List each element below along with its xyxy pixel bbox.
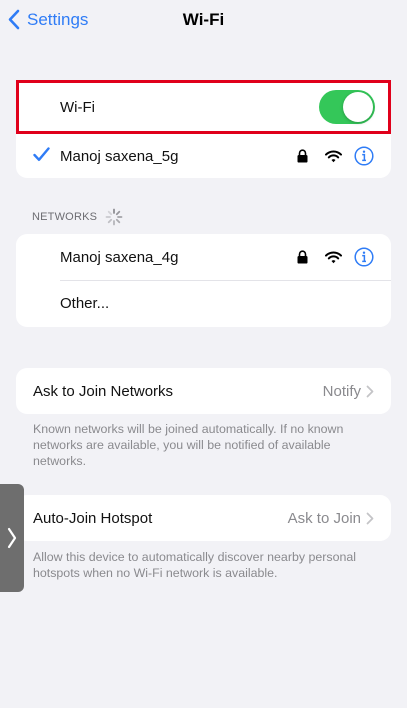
auto-join-value: Ask to Join [287, 509, 361, 527]
auto-join-row[interactable]: Auto-Join Hotspot Ask to Join [16, 496, 391, 540]
networks-header: NETWORKS [32, 208, 123, 226]
lock-icon [297, 149, 308, 163]
wifi-toggle-row: Wi-Fi [16, 80, 391, 134]
side-drawer-handle[interactable] [0, 484, 24, 592]
auto-join-label: Auto-Join Hotspot [33, 509, 153, 527]
other-network-row[interactable]: Other... [16, 281, 391, 325]
wifi-icon [325, 251, 342, 263]
other-network-label: Other... [60, 294, 110, 312]
wifi-icon [325, 150, 342, 162]
network-icons [297, 235, 374, 279]
info-icon[interactable] [354, 146, 374, 166]
wifi-card: Wi-Fi Manoj saxena_5g [16, 80, 391, 178]
ask-to-join-label: Ask to Join Networks [33, 382, 174, 400]
lock-icon [297, 250, 308, 264]
wifi-toggle[interactable] [319, 90, 375, 124]
connected-network-icons [297, 134, 374, 178]
wifi-label: Wi-Fi [60, 98, 95, 116]
chevron-right-icon [366, 385, 374, 397]
connected-network-name: Manoj saxena_5g [60, 147, 179, 165]
ask-to-join-row[interactable]: Ask to Join Networks Notify [16, 369, 391, 413]
ask-to-join-value: Notify [322, 382, 361, 400]
auto-join-card: Auto-Join Hotspot Ask to Join [16, 495, 391, 541]
ask-to-join-card: Ask to Join Networks Notify [16, 368, 391, 414]
spinner-icon [105, 208, 123, 226]
chevron-right-icon [366, 512, 374, 524]
toggle-knob [343, 92, 373, 122]
chevron-right-icon [7, 527, 17, 549]
page-title: Wi-Fi [182, 10, 225, 29]
network-row[interactable]: Manoj saxena_4g [16, 235, 391, 279]
network-name: Manoj saxena_4g [60, 248, 179, 266]
ask-to-join-footer: Known networks will be joined automatica… [33, 422, 344, 468]
auto-join-footer: Allow this device to automatically disco… [33, 550, 357, 580]
nav-bar: Settings Wi-Fi [0, 0, 407, 44]
connected-network-row[interactable]: Manoj saxena_5g [16, 134, 391, 178]
networks-header-label: NETWORKS [32, 211, 98, 223]
info-icon[interactable] [354, 247, 374, 267]
networks-card: Manoj saxena_4g Other... [16, 234, 391, 327]
checkmark-icon [33, 147, 50, 161]
